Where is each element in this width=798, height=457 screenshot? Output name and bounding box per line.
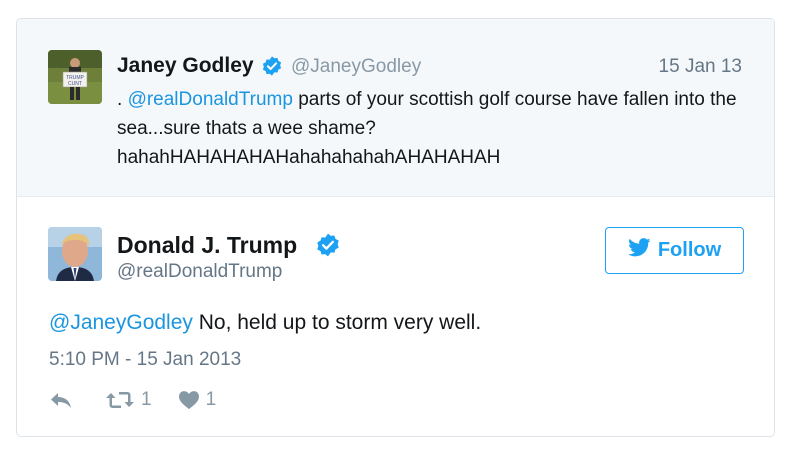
quoted-tweet[interactable]: TRUMP CUNT Janey Godley @JaneyGodley 15 …	[17, 19, 774, 197]
tweet-text: @JaneyGodley No, held up to storm very w…	[49, 311, 481, 335]
like-button[interactable]: 1	[178, 389, 217, 411]
retweet-count: 1	[141, 389, 152, 410]
author-avatar[interactable]	[48, 227, 102, 281]
mention-link[interactable]: @realDonaldTrump	[128, 89, 293, 110]
quoted-tweet-text: . @realDonaldTrump parts of your scottis…	[117, 85, 757, 172]
mention-link[interactable]: @JaneyGodley	[49, 311, 193, 334]
reply-button[interactable]	[49, 390, 73, 410]
tweet-text-body: No, held up to storm very well.	[192, 311, 482, 334]
retweet-icon	[105, 390, 135, 410]
heart-icon	[178, 390, 200, 410]
quoted-author-avatar[interactable]: TRUMP CUNT	[48, 50, 102, 104]
twitter-bird-icon	[627, 238, 651, 263]
verified-badge-icon	[261, 55, 283, 82]
reply-icon	[49, 390, 73, 410]
like-count: 1	[205, 389, 217, 410]
tweet-timestamp[interactable]: 5:10 PM - 15 Jan 2013	[49, 349, 241, 371]
author-handle[interactable]: @realDonaldTrump	[117, 261, 282, 283]
tweet-card: TRUMP CUNT Janey Godley @JaneyGodley 15 …	[16, 18, 775, 437]
quoted-author-name[interactable]: Janey Godley	[117, 54, 254, 78]
follow-button-label: Follow	[657, 239, 722, 261]
retweet-button[interactable]: 1	[105, 389, 152, 411]
svg-text:CUNT: CUNT	[68, 81, 82, 87]
quoted-author-handle[interactable]: @JaneyGodley	[291, 56, 421, 78]
tweet-actions: 1 1	[49, 389, 216, 411]
follow-button[interactable]: Follow	[605, 227, 744, 274]
author-name[interactable]: Donald J. Trump	[117, 232, 297, 259]
quoted-tweet-date[interactable]: 15 Jan 13	[659, 56, 742, 78]
quoted-text-prefix: .	[117, 89, 128, 110]
verified-badge-icon	[315, 232, 341, 263]
